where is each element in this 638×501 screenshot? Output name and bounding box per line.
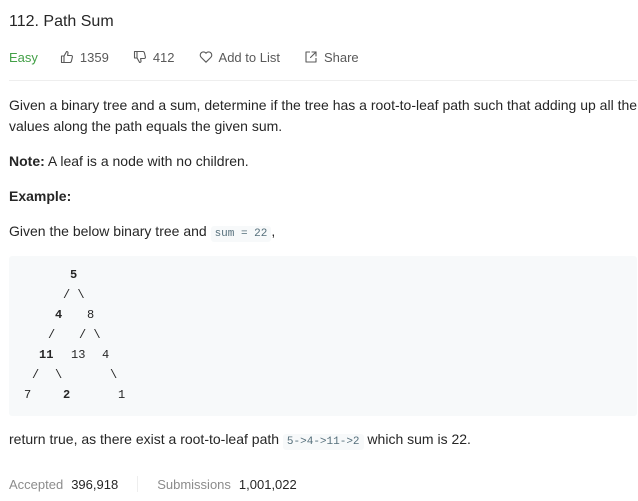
share-button[interactable]: Share [304,50,359,65]
add-to-list-button[interactable]: Add to List [199,50,280,65]
tree-edge: / \ [79,328,101,342]
tree-node-2: 2 [63,388,71,402]
tree-node-5: 5 [70,268,78,282]
accepted-value: 396,918 [71,476,119,492]
submission-stats: Accepted 396,918 Submissions 1,001,022 [9,476,297,492]
tree-node-11: 11 [39,348,54,362]
tree-node-7: 7 [24,388,32,402]
tree-node-1: 1 [118,388,126,402]
header-divider [9,80,637,81]
tree-node-8: 8 [87,308,95,322]
given-paragraph: Given the below binary tree and sum = 22… [9,221,275,245]
tree-edge: / [48,328,56,342]
result-text: return true, as there exist a root-to-le… [9,431,283,447]
note-text: A leaf is a node with no children. [44,153,249,169]
like-count: 1359 [79,49,109,65]
heart-icon [199,51,212,63]
submissions-label: Submissions [157,476,231,492]
path-inline-code: 5->4->11->2 [282,434,364,450]
note-label: Note: [9,153,45,169]
stats-divider [137,476,139,492]
share-label: Share [323,49,359,65]
dislike-button[interactable]: 412 [133,50,175,65]
tree-edge: \ [55,368,63,382]
tree-node-4: 4 [55,308,63,322]
problem-meta-bar: Easy 1359 412 Add to List Share [9,47,383,67]
tree-edge: / [32,368,40,382]
given-text: Given the below binary tree and [9,223,211,239]
submissions-value: 1,001,022 [238,476,297,492]
share-icon [305,51,317,63]
result-suffix: which sum is 22. [363,431,471,447]
thumbs-down-icon [133,50,146,64]
like-button[interactable]: 1359 [60,50,109,65]
tree-edge: / \ [63,288,85,302]
intro-line-2: values along the path equals the given s… [9,118,283,134]
accepted-label: Accepted [9,476,64,492]
example-heading: Example: [9,188,72,204]
tree-edge: \ [110,368,118,382]
add-to-list-label: Add to List [218,49,280,65]
intro-line-1: Given a binary tree and a sum, determine… [9,97,638,113]
difficulty-badge: Easy [9,49,38,65]
result-paragraph: return true, as there exist a root-to-le… [9,429,471,453]
tree-node-13: 13 [71,348,86,362]
dislike-count: 412 [152,49,175,65]
thumbs-up-icon [60,50,73,64]
problem-title: 112. Path Sum [9,13,114,30]
tree-node-4-right: 4 [102,348,110,362]
sum-inline-code: sum = 22 [210,226,272,242]
given-suffix: , [271,223,276,239]
tree-example-block: 5 / \ 4 8 / / \ 11 13 4 / \ \ 7 2 1 [9,256,637,416]
note-paragraph: Note: A leaf is a node with no children. [9,151,249,172]
